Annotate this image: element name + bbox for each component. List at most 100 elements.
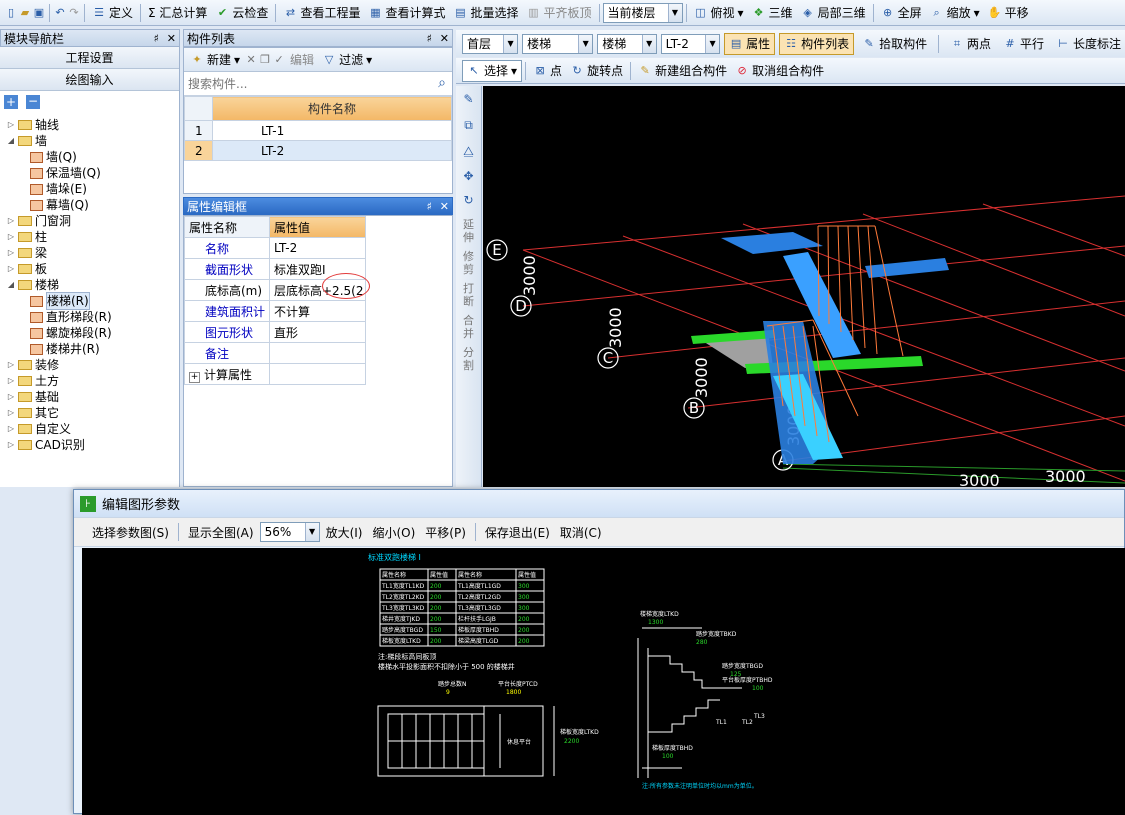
tree-item[interactable]: ▷ 梁: [6, 245, 179, 261]
new-component-button[interactable]: ✦ 新建 ▾: [186, 49, 244, 71]
component-select[interactable]: LT-2 ▼: [660, 33, 721, 54]
expand-icon[interactable]: +: [189, 371, 200, 383]
tree-item[interactable]: ▷ 基础: [6, 389, 179, 405]
attr-toggle-button[interactable]: ▤ 属性: [724, 32, 776, 55]
tree-item[interactable]: ◢ 楼梯: [6, 277, 179, 293]
expand-toggle-icon[interactable]: ▷: [6, 357, 16, 373]
select-button[interactable]: ↖ 选择 ▾: [462, 59, 523, 82]
view-quantity-button[interactable]: ⇄ 查看工程量: [279, 2, 364, 24]
expand-all-icon[interactable]: +: [4, 95, 18, 109]
param-drawing[interactable]: 标准双跑楼梯 I 属性名称 属性值 属性名称 属性值 TL1宽度TL1KD 200 TL1高…: [82, 548, 1125, 815]
expand-toggle-icon[interactable]: ▷: [6, 245, 16, 261]
prop-row[interactable]: 建筑面积计 不计算: [184, 300, 366, 322]
tree-item[interactable]: 楼梯井(R): [6, 341, 179, 357]
new-combo-button[interactable]: ✎ 新建组合构件: [634, 60, 731, 82]
flush-slab-button[interactable]: ▥ 平齐板顶: [522, 2, 595, 24]
define-button[interactable]: ☰ 定义: [88, 2, 137, 24]
side-tool-button[interactable]: 延伸: [462, 218, 476, 244]
component-search-input[interactable]: [184, 72, 452, 95]
close-icon[interactable]: ✕: [440, 32, 449, 45]
expand-toggle-icon[interactable]: ▷: [6, 405, 16, 421]
expand-toggle-icon[interactable]: ▷: [6, 421, 16, 437]
show-all-button[interactable]: 显示全图(A): [184, 521, 258, 543]
brush-icon[interactable]: ✎: [456, 86, 481, 112]
expand-toggle-icon[interactable]: ▷: [6, 437, 16, 453]
3d-view-button[interactable]: ❖ 三维: [748, 2, 797, 24]
param-label[interactable]: 2200: [564, 738, 579, 745]
param-cell[interactable]: 200: [430, 583, 442, 590]
zoom-out-button[interactable]: 缩小(O): [368, 521, 419, 543]
local-3d-button[interactable]: ◈ 局部三维: [797, 2, 870, 24]
mirror-icon[interactable]: ⧋: [456, 138, 481, 164]
param-cell[interactable]: 200: [430, 594, 442, 601]
zoom-button[interactable]: ⌕ 缩放 ▾: [926, 2, 984, 24]
list-toggle-button[interactable]: ☷ 构件列表: [779, 32, 855, 55]
side-tool-button[interactable]: 分割: [462, 346, 476, 372]
rotate-icon[interactable]: ↻: [456, 188, 481, 212]
prop-row[interactable]: 名称 LT-2: [184, 237, 366, 259]
param-cell[interactable]: 300: [518, 583, 530, 590]
expand-toggle-icon[interactable]: ◢: [6, 133, 16, 149]
expand-toggle-icon[interactable]: ▷: [6, 229, 16, 245]
side-tool-button[interactable]: 合并: [462, 314, 476, 340]
pin-icon[interactable]: ♯: [153, 32, 158, 45]
expand-toggle-icon[interactable]: ◢: [6, 277, 16, 293]
pin-icon[interactable]: ♯: [426, 200, 431, 213]
tree-item[interactable]: 螺旋梯段(R): [6, 325, 179, 341]
tree-item[interactable]: ◢ 墙: [6, 133, 179, 149]
param-cell[interactable]: 200: [430, 616, 442, 623]
expand-toggle-icon[interactable]: ▷: [6, 373, 16, 389]
tree-item[interactable]: 直形梯段(R): [6, 309, 179, 325]
table-row[interactable]: 2 LT-2: [184, 140, 452, 161]
expand-toggle-icon[interactable]: ▷: [6, 261, 16, 277]
close-icon[interactable]: ✕: [167, 32, 176, 45]
edit-button[interactable]: 编辑: [286, 49, 318, 71]
tree-item[interactable]: 幕墙(Q): [6, 197, 179, 213]
summary-calc-button[interactable]: Σ 汇总计算: [144, 2, 211, 24]
side-tool-button[interactable]: 打断: [462, 282, 476, 308]
search-icon[interactable]: ⌕: [438, 75, 446, 91]
param-label[interactable]: 9: [446, 689, 450, 696]
check-icon[interactable]: ✓: [272, 53, 286, 67]
tree-item[interactable]: ▷ 板: [6, 261, 179, 277]
delete-icon[interactable]: ✕: [244, 53, 258, 67]
floor-select[interactable]: 首层 ▼: [462, 33, 519, 54]
drawing-input-button[interactable]: 绘图输入: [0, 69, 179, 91]
tree-item[interactable]: 楼梯(R): [6, 292, 179, 310]
param-cell[interactable]: 200: [518, 627, 530, 634]
side-tool-button[interactable]: 修剪: [462, 250, 476, 276]
prop-row[interactable]: 备注: [184, 342, 366, 364]
project-settings-button[interactable]: 工程设置: [0, 47, 179, 69]
redo-icon[interactable]: ↷: [67, 6, 81, 20]
view-formula-button[interactable]: ▦ 查看计算式: [364, 2, 449, 24]
pin-icon[interactable]: ♯: [426, 32, 431, 45]
param-cell[interactable]: 300: [518, 605, 530, 612]
select-param-diagram-button[interactable]: 选择参数图(S): [88, 521, 173, 543]
expand-toggle-icon[interactable]: ▷: [6, 389, 16, 405]
param-label[interactable]: 1800: [506, 689, 521, 696]
type-select[interactable]: 楼梯 ▼: [597, 33, 657, 54]
collapse-all-icon[interactable]: −: [26, 95, 40, 109]
pick-component-button[interactable]: ✎ 拾取构件: [858, 33, 931, 55]
rotate-point-button[interactable]: ↻ 旋转点: [566, 60, 627, 82]
param-label[interactable]: 100: [752, 685, 764, 692]
expand-toggle-icon[interactable]: ▷: [6, 213, 16, 229]
tree-item[interactable]: 墙垛(E): [6, 181, 179, 197]
parallel-button[interactable]: # 平行: [999, 33, 1048, 55]
param-label[interactable]: 1300: [648, 619, 663, 626]
undo-icon[interactable]: ↶: [53, 6, 67, 20]
3d-canvas[interactable]: E D C B A 3000 3000 3000 3000 3000 3000: [483, 86, 1125, 487]
new-file-icon[interactable]: ▯: [4, 6, 18, 20]
pan-button[interactable]: 平移(P): [421, 521, 470, 543]
param-cell[interactable]: 200: [518, 638, 530, 645]
copy-move-icon[interactable]: ⧉: [456, 112, 481, 138]
param-cell[interactable]: 200: [430, 605, 442, 612]
tree-item[interactable]: ▷ CAD识别: [6, 437, 179, 453]
length-dim-button[interactable]: ⊢ 长度标注: [1052, 33, 1125, 55]
two-point-button[interactable]: ⌗ 两点: [946, 33, 995, 55]
tree-item[interactable]: ▷ 柱: [6, 229, 179, 245]
fullscreen-button[interactable]: ⊕ 全屏: [877, 2, 926, 24]
filter-button[interactable]: ▽ 过滤 ▾: [318, 49, 376, 71]
point-button[interactable]: ⊠ 点: [529, 60, 566, 82]
cloud-check-button[interactable]: ✔ 云检查: [211, 2, 272, 24]
